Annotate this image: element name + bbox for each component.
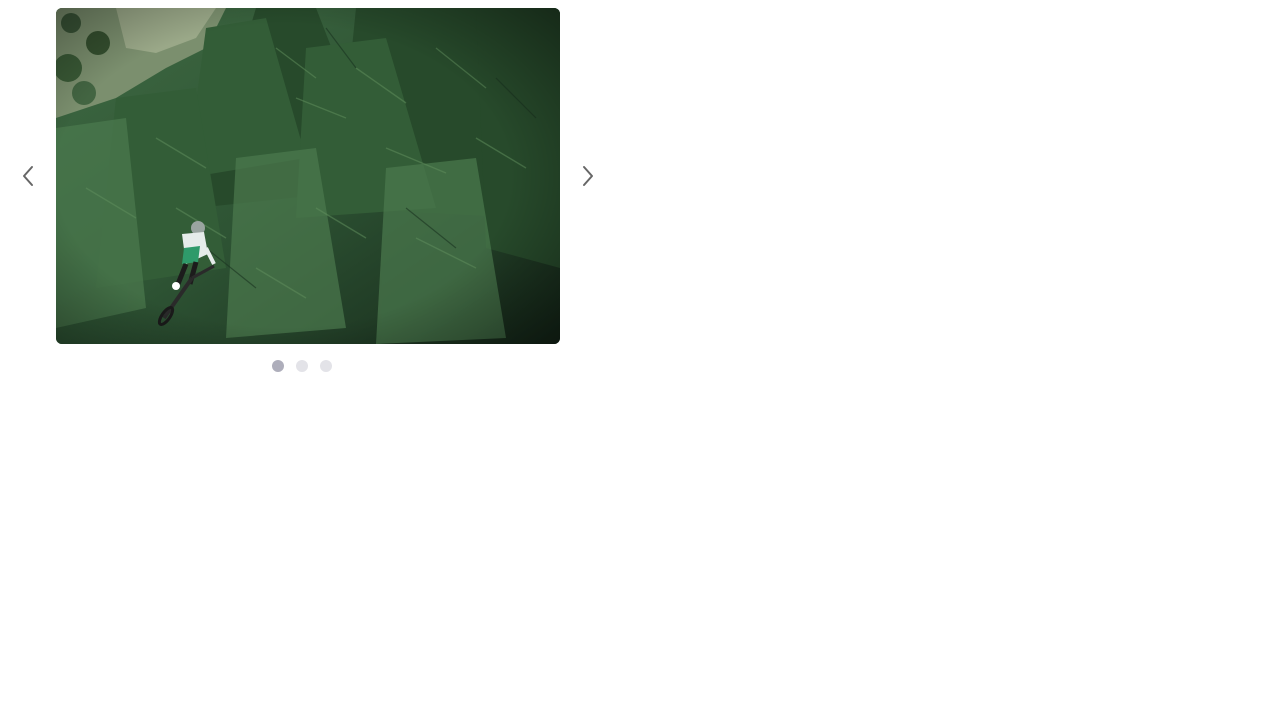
carousel-slide-image — [56, 8, 560, 344]
carousel-pagination-dots — [272, 360, 332, 372]
carousel-prev-button[interactable] — [12, 160, 44, 192]
carousel-next-button[interactable] — [572, 160, 604, 192]
mountain-biker-forest-image — [56, 8, 560, 344]
carousel-dot-2[interactable] — [296, 360, 308, 372]
chevron-right-icon — [583, 166, 593, 186]
carousel-dot-3[interactable] — [320, 360, 332, 372]
chevron-left-icon — [23, 166, 33, 186]
image-carousel — [0, 0, 616, 390]
carousel-dot-1[interactable] — [272, 360, 284, 372]
